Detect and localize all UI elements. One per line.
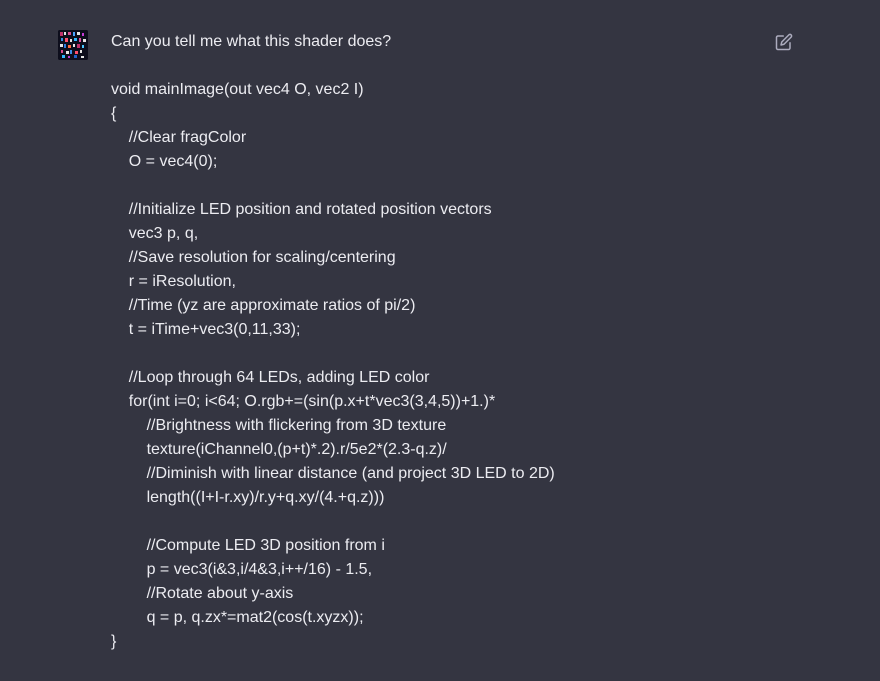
code-line: //Diminish with linear distance (and pro… <box>111 465 555 482</box>
code-line: p = vec3(i&3,i/4&3,i++/16) - 1.5, <box>111 561 373 578</box>
code-line: length((I+I-r.xy)/r.y+q.xy/(4.+q.z))) <box>111 489 385 506</box>
code-line: for(int i=0; i<64; O.rgb+=(sin(p.x+t*vec… <box>111 393 496 410</box>
code-line: void mainImage(out vec4 O, vec2 I) <box>111 81 364 98</box>
code-line: //Compute LED 3D position from i <box>111 537 385 554</box>
user-avatar-icon <box>58 30 88 60</box>
code-line: q = p, q.zx*=mat2(cos(t.xyzx)); <box>111 609 364 626</box>
code-line: //Time (yz are approximate ratios of pi/… <box>111 297 416 314</box>
code-line: } <box>111 633 117 650</box>
code-line: //Save resolution for scaling/centering <box>111 249 396 266</box>
code-line: //Clear fragColor <box>111 129 247 146</box>
edit-icon <box>775 33 793 51</box>
code-line: t = iTime+vec3(0,11,33); <box>111 321 301 338</box>
code-line: //Initialize LED position and rotated po… <box>111 201 492 218</box>
shader-code-block: void mainImage(out vec4 O, vec2 I) { //C… <box>111 78 751 654</box>
code-line: texture(iChannel0,(p+t)*.2).r/5e2*(2.3-q… <box>111 441 447 458</box>
message-question: Can you tell me what this shader does? <box>111 33 392 50</box>
code-line: O = vec4(0); <box>111 153 218 170</box>
user-message: Can you tell me what this shader does? v… <box>111 30 751 654</box>
code-line: vec3 p, q, <box>111 225 199 242</box>
code-line: //Brightness with flickering from 3D tex… <box>111 417 447 434</box>
user-avatar <box>58 30 88 60</box>
code-line: { <box>111 105 117 122</box>
code-line: r = iResolution, <box>111 273 236 290</box>
edit-message-button[interactable] <box>775 33 793 51</box>
code-line: //Rotate about y-axis <box>111 585 294 602</box>
code-line: //Loop through 64 LEDs, adding LED color <box>111 369 430 386</box>
